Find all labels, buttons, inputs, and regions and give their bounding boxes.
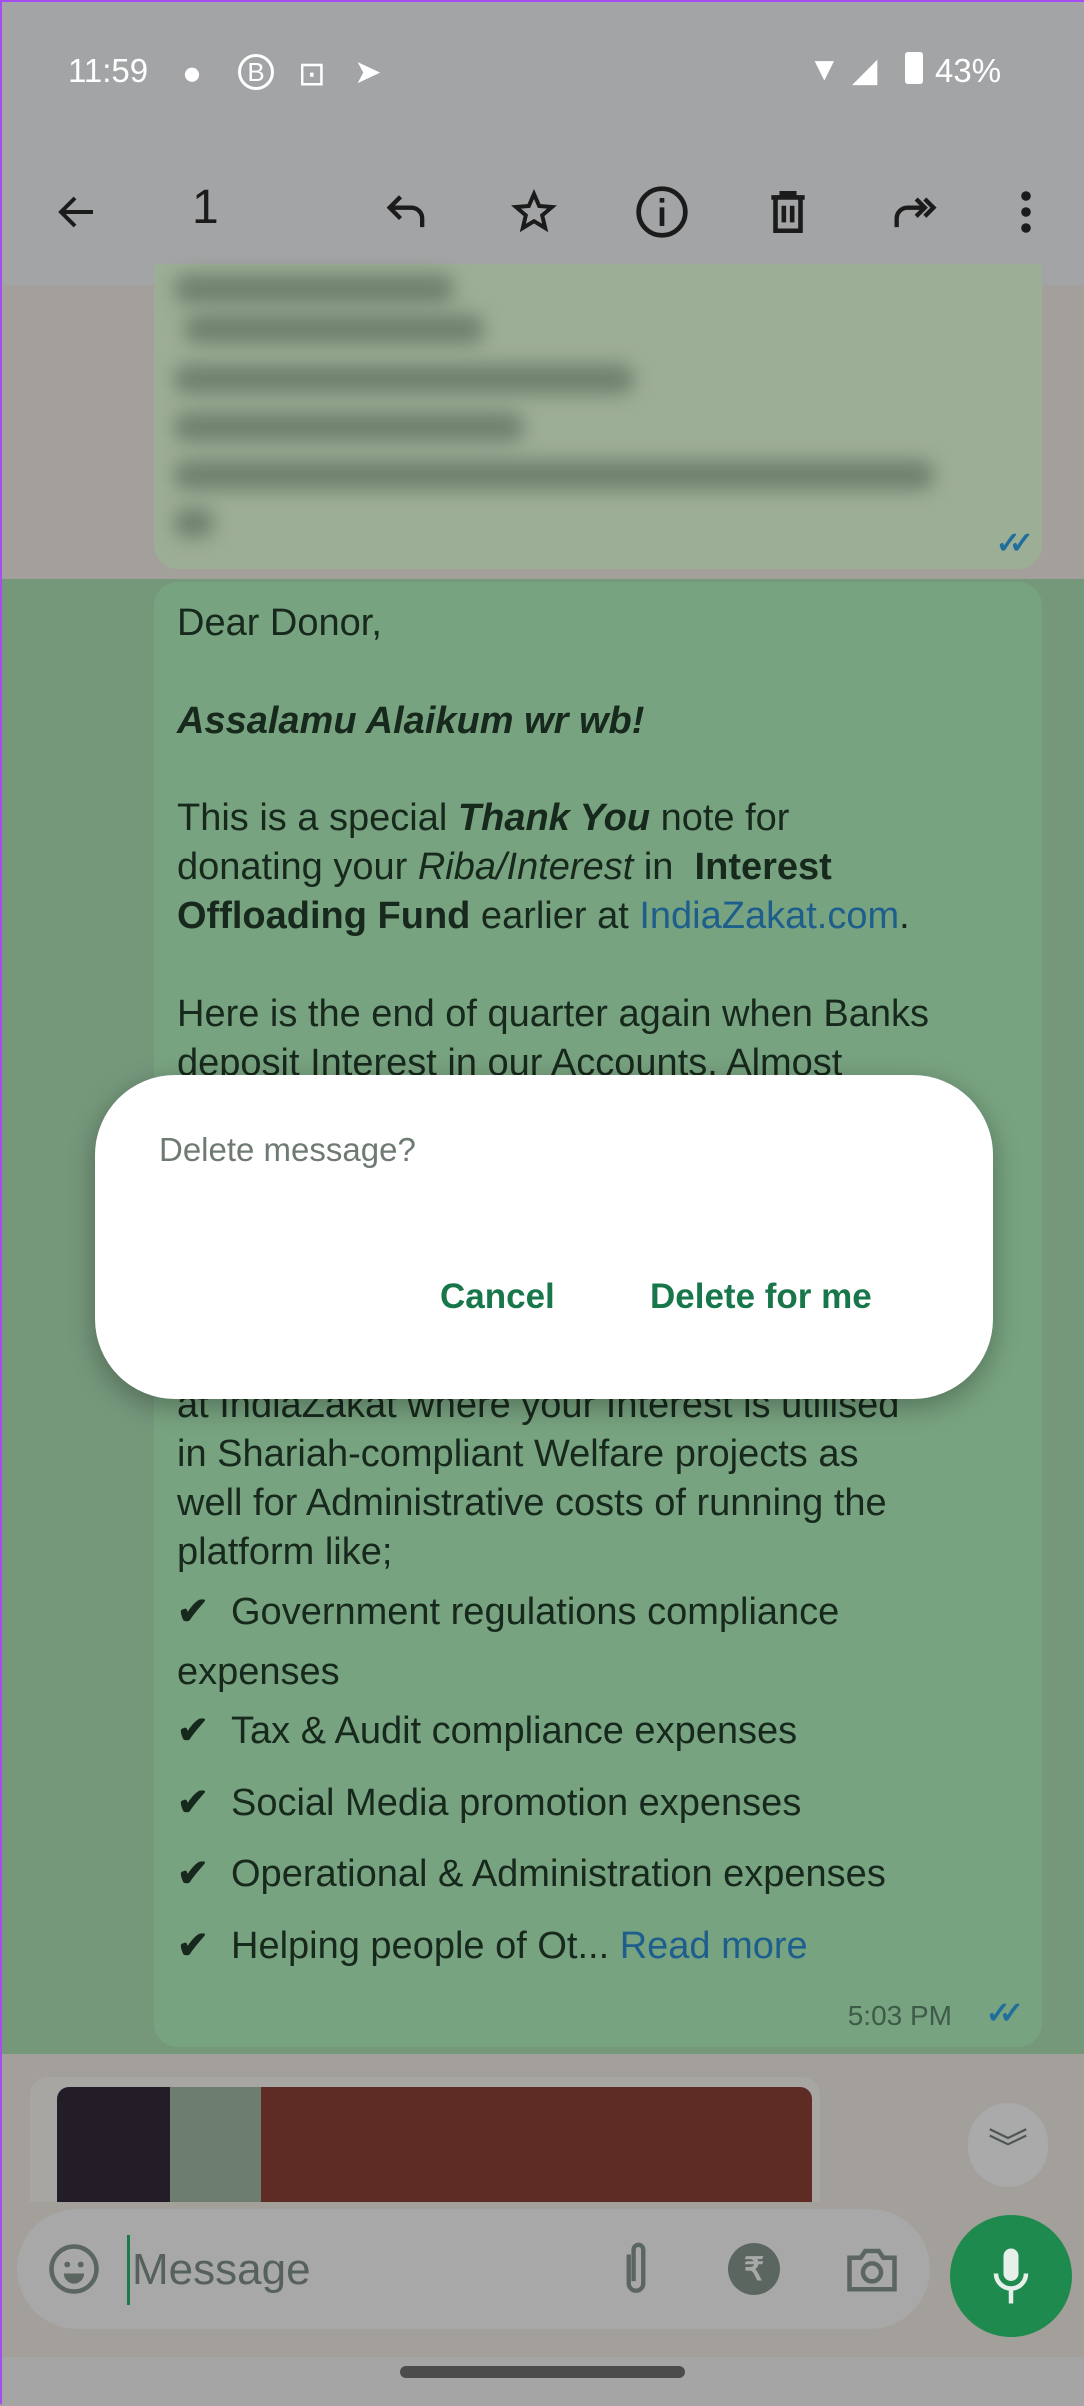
message-line: Here is the end of quarter again when Ba… [177,993,930,1035]
bullet-item: ✔ Government regulations compliance [177,1589,839,1635]
text: Offloading Fund [177,895,471,937]
text: donating your [177,846,418,888]
text: Government regulations compliance [231,1591,840,1633]
text: This is a special [177,797,458,839]
message-line: Dear Donor, [177,602,382,644]
text: Tax & Audit compliance expenses [231,1710,798,1752]
status-time: 11:59 [68,52,149,89]
text: Thank You [457,797,651,839]
emoji-icon[interactable] [42,2237,106,2301]
camera-icon[interactable] [840,2237,904,2301]
dialog-title: Delete message? [159,1131,416,1168]
delete-message-dialog: Delete message? Cancel Delete for me [95,1075,993,1399]
more-vert-icon[interactable] [996,182,1056,242]
cancel-button[interactable]: Cancel [440,1277,555,1317]
check-icon: ✔ [177,1591,209,1633]
attach-icon[interactable] [604,2237,668,2301]
message-line: Assalamu Alaikum wr wb! [177,700,645,742]
text: note for [650,797,790,839]
microphone-icon [993,2248,1029,2304]
message-line: expenses [177,1651,340,1693]
delete-icon[interactable] [758,182,818,242]
battery-icon [905,52,923,84]
indiazakat-link[interactable]: IndiaZakat.com [639,895,899,937]
bullet-item: ✔ Tax & Audit compliance expenses [177,1708,797,1754]
business-b-icon: B [238,54,274,90]
text: Social Media promotion expenses [231,1782,802,1824]
chat-bubble-icon: ● [182,54,202,91]
read-ticks-icon: ✓✓ [985,1997,1024,2030]
app-bar: 11:59 ● B ⊡ ➤ ▼ ◢ 43% 1 [2,2,1084,285]
star-icon[interactable] [504,182,564,242]
image-thumbnail[interactable] [57,2087,812,2202]
scan-icon: ⊡ [298,55,326,92]
message-line: in Shariah-compliant Welfare projects as [177,1433,859,1475]
message-line: This is a special Thank You note for [177,795,789,841]
bullet-item: ✔ Operational & Administration expenses [177,1851,886,1897]
message-line: donating your Riba/Interest in Interest [177,844,832,890]
back-arrow-icon[interactable] [47,182,107,242]
read-more-link[interactable]: Read more [620,1925,808,1967]
delete-for-me-button[interactable]: Delete for me [650,1277,872,1317]
text: in [633,846,695,888]
wifi-icon: ▼ [808,50,841,87]
double-chevron-down-icon: ︾ [988,2127,1028,2171]
battery-percent: 43% [935,52,1002,89]
previous-message-bubble-blurred[interactable]: ✓✓ [154,264,1042,569]
info-icon[interactable] [632,182,692,242]
text: . [899,895,910,937]
text: Operational & Administration expenses [231,1853,886,1895]
reply-icon[interactable] [377,182,437,242]
voice-record-button[interactable] [950,2215,1072,2337]
check-icon: ✔ [177,1710,209,1752]
text: Riba/Interest [417,846,634,888]
forward-icon[interactable] [884,182,944,242]
bullet-item: ✔ Social Media promotion expenses [177,1780,801,1826]
selected-count: 1 [192,181,219,234]
check-icon: ✔ [177,1853,209,1895]
home-gesture-handle[interactable] [400,2366,685,2378]
message-input[interactable] [127,2235,577,2305]
check-icon: ✔ [177,1925,209,1967]
read-ticks-icon: ✓✓ [995,527,1034,560]
message-line: platform like; [177,1531,393,1573]
message-line: Offloading Fund earlier at IndiaZakat.co… [177,893,910,939]
telegram-icon: ➤ [354,53,382,90]
message-line: well for Administrative costs of running… [177,1482,887,1524]
bullet-item: ✔ Helping people of Ot... Read more [177,1923,808,1969]
check-icon: ✔ [177,1782,209,1824]
navigation-bar [2,2357,1084,2406]
payment-rupee-icon[interactable]: ₹ [722,2237,786,2301]
scroll-to-bottom-button[interactable]: ︾ [968,2103,1048,2187]
signal-icon: ◢ [852,51,878,88]
text: earlier at [470,895,640,937]
text: Helping people of Ot... [231,1925,610,1967]
text: Interest [694,846,832,888]
message-time: 5:03 PM [847,2000,952,2031]
